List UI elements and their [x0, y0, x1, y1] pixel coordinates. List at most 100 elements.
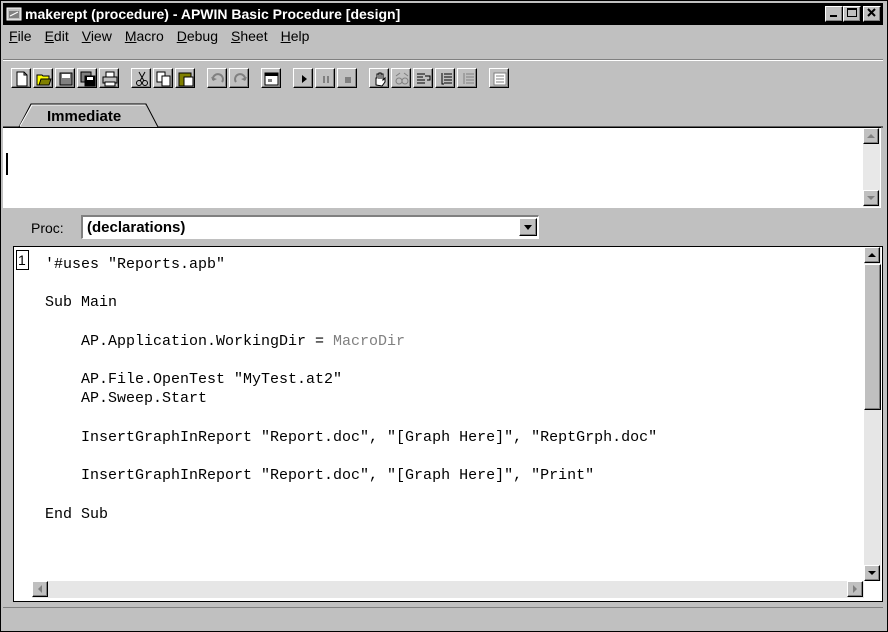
- step-out-button[interactable]: [457, 68, 477, 88]
- arrow-down-icon: [868, 571, 876, 575]
- arrow-right-icon: [853, 585, 857, 593]
- menu-debug-accel: D: [176, 28, 187, 44]
- arrow-up-icon: [868, 253, 876, 257]
- new-icon: [16, 71, 28, 87]
- minimize-icon: [830, 15, 837, 17]
- step-out-icon: [463, 73, 474, 84]
- redo-icon: [234, 73, 247, 83]
- pause-icon: [323, 76, 329, 83]
- watch-icon: [395, 72, 409, 85]
- menu-edit-label: dit: [53, 28, 69, 44]
- redo-button[interactable]: [229, 68, 249, 88]
- menu-bar: File Edit View Macro Debug Sheet Help: [3, 26, 316, 46]
- menu-help-accel: H: [280, 28, 291, 44]
- run-button[interactable]: [293, 68, 313, 88]
- save-all-button[interactable]: [77, 68, 97, 88]
- code-line-1: '#uses "Reports.apb": [45, 256, 226, 273]
- code-macrodir: MacroDir: [333, 332, 406, 350]
- cut-icon: [136, 71, 148, 86]
- cut-button[interactable]: [131, 68, 151, 88]
- menu-debug[interactable]: Debug: [171, 28, 225, 44]
- copy-button[interactable]: [153, 68, 173, 88]
- code-scroll-right-button[interactable]: [847, 581, 863, 597]
- arrow-left-icon: [38, 585, 42, 593]
- save-all-icon: [80, 71, 96, 87]
- code-line-12: InsertGraphInReport "Report.doc", "[Grap…: [45, 467, 595, 485]
- proc-dropdown[interactable]: (declarations): [81, 215, 539, 239]
- immediate-scroll-up-button[interactable]: [863, 128, 879, 144]
- dialog-editor-button[interactable]: [261, 68, 281, 88]
- line-number: 1: [16, 250, 29, 270]
- paste-button[interactable]: [175, 68, 195, 88]
- open-button[interactable]: [33, 68, 53, 88]
- app-icon[interactable]: [6, 6, 22, 22]
- code-scroll-up-button[interactable]: [864, 247, 880, 263]
- print-button[interactable]: [99, 68, 119, 88]
- menu-edit-accel: E: [44, 28, 54, 44]
- app-window: makerept (procedure) - APWIN Basic Proce…: [0, 0, 888, 632]
- code-scroll-left-button[interactable]: [32, 581, 48, 597]
- proc-dropdown-button[interactable]: [519, 218, 537, 236]
- save-button[interactable]: [55, 68, 75, 88]
- code-line-5: AP.Application.WorkingDir =: [45, 332, 334, 350]
- stop-button[interactable]: [337, 68, 357, 88]
- step-over-icon: [441, 73, 452, 85]
- menu-view-label: iew: [90, 28, 112, 44]
- pause-button[interactable]: [315, 68, 335, 88]
- menu-macro-label: acro: [136, 28, 164, 44]
- toolbar-divider: [3, 59, 883, 61]
- hand-button[interactable]: [369, 68, 389, 88]
- status-bar: [3, 607, 883, 628]
- menu-sheet-label: heet: [240, 28, 268, 44]
- proc-label: Proc:: [31, 220, 64, 236]
- text-caret: [6, 153, 8, 175]
- immediate-scroll-down-button[interactable]: [863, 190, 879, 206]
- undo-button[interactable]: [207, 68, 227, 88]
- menu-sheet[interactable]: Sheet: [225, 28, 275, 44]
- maximize-icon: [847, 8, 857, 17]
- stop-icon: [345, 77, 351, 83]
- arrow-up-icon: [867, 134, 875, 138]
- copy-icon: [156, 71, 171, 87]
- properties-icon: [493, 72, 507, 86]
- menu-macro[interactable]: Macro: [119, 28, 171, 44]
- step-into-icon: [417, 73, 431, 84]
- code-line-14: End Sub: [45, 505, 109, 523]
- new-button[interactable]: [11, 68, 31, 88]
- save-icon: [59, 72, 73, 86]
- menu-help-label: elp: [290, 28, 310, 44]
- menu-view[interactable]: View: [76, 28, 119, 44]
- code-scroll-down-button[interactable]: [864, 565, 880, 581]
- tab-immediate[interactable]: Immediate: [47, 108, 121, 125]
- close-button[interactable]: [863, 6, 881, 22]
- menu-sheet-accel: S: [231, 28, 241, 44]
- window-title: makerept (procedure) - APWIN Basic Proce…: [25, 6, 401, 22]
- code-vertical-scroll-thumb[interactable]: [864, 264, 881, 410]
- code-text[interactable]: '#uses "Reports.apb" Sub Main AP.Applica…: [45, 255, 657, 524]
- title-bar[interactable]: makerept (procedure) - APWIN Basic Proce…: [3, 3, 883, 25]
- arrow-down-icon: [867, 196, 875, 200]
- close-icon: [867, 8, 876, 17]
- menu-help[interactable]: Help: [275, 28, 317, 44]
- watch-button[interactable]: [391, 68, 411, 88]
- hand-icon: [375, 72, 386, 87]
- proc-value: (declarations): [87, 219, 186, 236]
- code-horizontal-scrollbar[interactable]: [32, 581, 864, 598]
- menu-view-accel: V: [81, 28, 91, 44]
- minimize-button[interactable]: [825, 6, 843, 22]
- chevron-down-icon: [524, 225, 532, 230]
- menu-file-label: ile: [17, 28, 32, 44]
- open-icon: [36, 74, 52, 86]
- maximize-button[interactable]: [843, 6, 861, 22]
- menu-macro-accel: M: [124, 28, 137, 44]
- run-icon: [302, 75, 307, 83]
- menu-file[interactable]: File: [3, 28, 39, 44]
- code-line-8: AP.Sweep.Start: [45, 390, 208, 408]
- step-over-button[interactable]: [435, 68, 455, 88]
- code-line-10: InsertGraphInReport "Report.doc", "[Grap…: [45, 428, 658, 446]
- menu-edit[interactable]: Edit: [39, 28, 76, 44]
- step-into-button[interactable]: [413, 68, 433, 88]
- immediate-pane[interactable]: [3, 127, 881, 208]
- properties-button[interactable]: [489, 68, 509, 88]
- menu-debug-label: ebug: [186, 28, 219, 44]
